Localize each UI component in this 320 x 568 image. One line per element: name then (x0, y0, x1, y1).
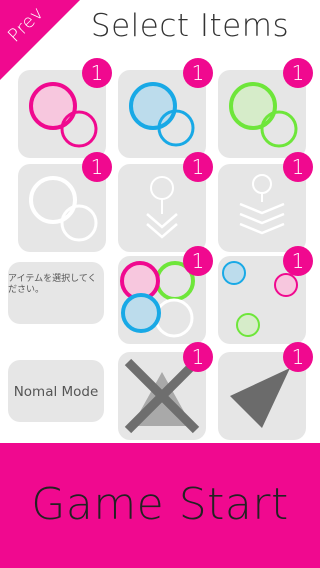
mode-selector[interactable]: Nomal Mode (0, 360, 112, 422)
item-count-badge: 1 (183, 58, 213, 88)
item-count-badge: 1 (82, 58, 112, 88)
item-count-badge: 1 (283, 342, 313, 372)
item-count-badge: 1 (183, 342, 213, 372)
item-count-badge: 1 (283, 152, 313, 182)
item-count-badge: 1 (283, 246, 313, 276)
game-start-label: Game Start (31, 479, 289, 530)
item-count-badge: 1 (283, 58, 313, 88)
item-count-badge: 1 (183, 152, 213, 182)
page-title: Select Items (90, 8, 290, 44)
item-count-badge: 1 (82, 152, 112, 182)
item-count-badge: 1 (183, 246, 213, 276)
instruction-text: アイテムを選択してください。 (8, 274, 97, 295)
mode-label: Nomal Mode (13, 384, 99, 400)
prev-button[interactable]: Prev (0, 0, 80, 80)
game-start-button[interactable]: Game Start (0, 443, 320, 568)
